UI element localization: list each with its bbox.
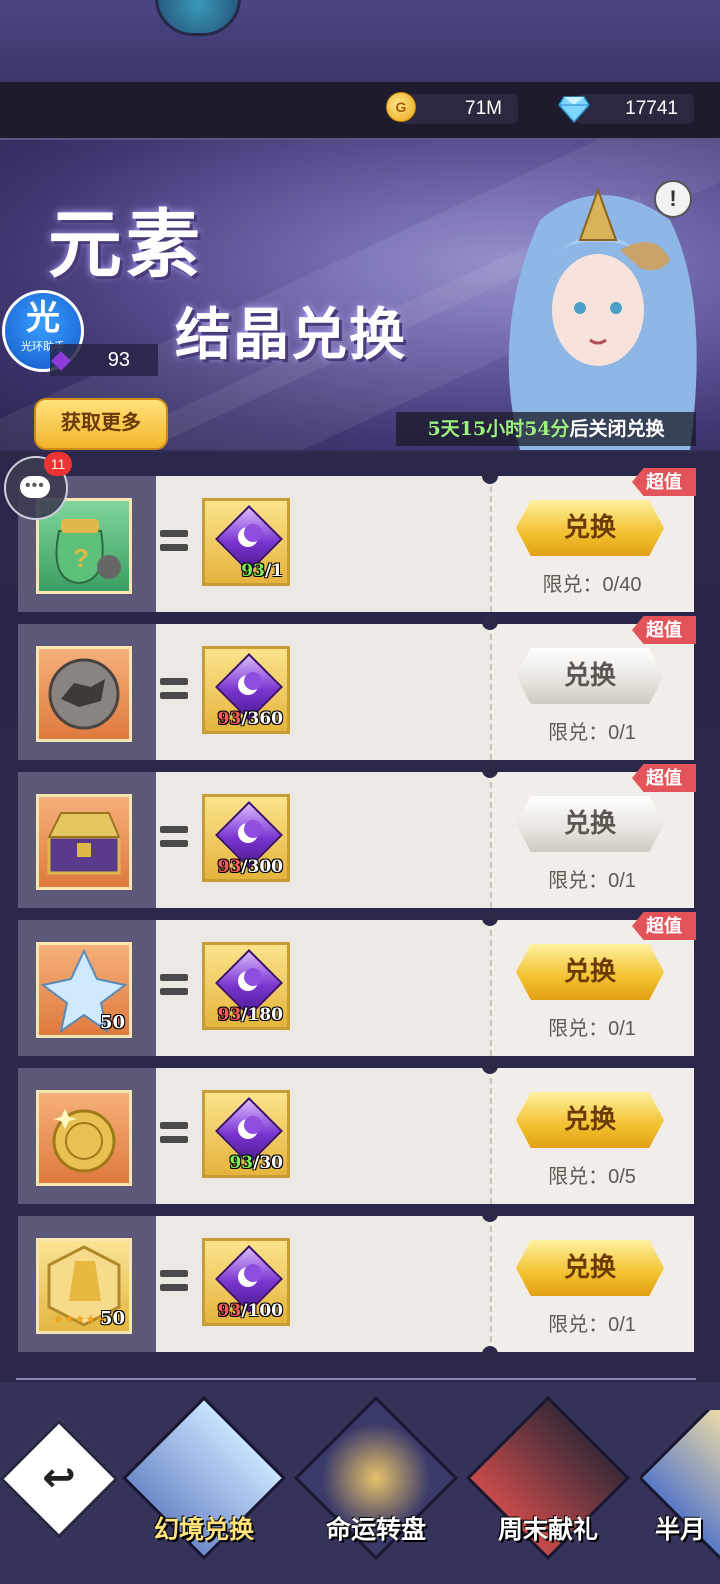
- tab-weekend-gift[interactable]: 周末献礼: [465, 1395, 631, 1570]
- treasure-chest-icon: [47, 812, 121, 875]
- svg-text:?: ?: [73, 543, 89, 573]
- info-button[interactable]: !: [654, 180, 692, 218]
- bottom-divider: [16, 1378, 696, 1380]
- equals-icon: [160, 826, 188, 848]
- crystal-cost: 93/30: [202, 1090, 290, 1178]
- banner-title-sub: 结晶兑换: [175, 302, 407, 368]
- crystal-balance-value: 93: [107, 349, 130, 371]
- ticket-notch: [482, 468, 498, 484]
- tab-label: 命运转盘: [325, 1515, 426, 1544]
- item-quantity: 50: [99, 1012, 125, 1033]
- ticket-notch: [482, 614, 498, 630]
- gold-balance: G 71M: [386, 92, 518, 124]
- crystal-cost: 93/1: [202, 498, 290, 586]
- currency-bar: G 71M 17741: [0, 82, 720, 140]
- exchange-row: 93/30 兑换 限兑：0/5: [18, 1068, 694, 1204]
- exchange-button[interactable]: 兑换: [516, 648, 664, 704]
- exchange-button[interactable]: 兑换: [516, 796, 664, 852]
- ticket-notch: [482, 1206, 498, 1222]
- ticket-notch: [482, 1058, 498, 1074]
- banner-title-main: 元素: [48, 202, 204, 288]
- equals-icon: [160, 678, 188, 700]
- treasure-chest-item[interactable]: [36, 794, 132, 890]
- exchange-limit: 限兑：0/40: [542, 574, 642, 596]
- exchange-limit: 限兑：0/5: [548, 1166, 636, 1188]
- chat-dots-icon: •••: [25, 477, 45, 494]
- exchange-limit: 限兑：0/1: [548, 870, 636, 892]
- gold-medal-item[interactable]: [36, 1090, 132, 1186]
- gold-amount: 71M: [465, 98, 502, 119]
- value-tag: 超值: [632, 468, 696, 496]
- countdown-time: 5天15小时54分: [427, 418, 570, 440]
- character-illustration: [508, 187, 697, 450]
- item-quantity: 50: [99, 1308, 125, 1329]
- gold-medal-icon: [52, 1109, 116, 1173]
- ticket-notch: [482, 1346, 498, 1362]
- countdown-text: 5天15小时54分后关闭兑换: [396, 412, 696, 446]
- ticket-notch: [482, 910, 498, 926]
- exchange-button[interactable]: 兑换: [516, 500, 664, 556]
- exchange-limit: 限兑：0/1: [548, 1018, 636, 1040]
- exchange-button[interactable]: 兑换: [516, 944, 664, 1000]
- equals-icon: [160, 530, 188, 552]
- back-arrow-icon: ↩: [42, 1456, 76, 1500]
- crystal-cost: 93/360: [202, 646, 290, 734]
- equals-icon: [160, 974, 188, 996]
- tab-fortune-wheel[interactable]: 命运转盘: [293, 1395, 459, 1570]
- svg-text:★★★★★: ★★★★★: [53, 1312, 107, 1326]
- tab-label: 幻境兑换: [153, 1515, 254, 1544]
- diamond-balance: 17741: [558, 94, 694, 124]
- chat-unread-badge: 11: [44, 452, 72, 476]
- exchange-limit: 限兑：0/1: [548, 1314, 636, 1336]
- equals-icon: [160, 1270, 188, 1292]
- diamond-amount: 17741: [625, 98, 678, 119]
- wolf-coin-item[interactable]: [36, 646, 132, 742]
- value-tag: 超值: [632, 912, 696, 940]
- helper-icon-text: 光: [26, 299, 60, 337]
- value-tag: 超值: [632, 616, 696, 644]
- exchange-row: 50 93/180 兑换 限兑：0/1 超值: [18, 912, 696, 1056]
- crystal-cost: 93/300: [202, 794, 290, 882]
- chat-button[interactable]: ••• 11: [4, 452, 72, 520]
- tab-dream-exchange[interactable]: 幻境兑换: [121, 1395, 287, 1570]
- crystal-cost: 93/100: [202, 1238, 290, 1326]
- exchange-row: 93/300 兑换 限兑：0/1 超值: [18, 764, 696, 908]
- hero-shard-item[interactable]: ★★★★★ 50: [36, 1238, 132, 1334]
- crystal-star-item[interactable]: 50: [36, 942, 132, 1038]
- value-tag: 超值: [632, 764, 696, 792]
- exchange-row: ? 93/1 兑换 限兑：0/40 超值: [18, 468, 696, 612]
- exchange-row: 93/360 兑换 限兑：0/1 超值: [18, 616, 696, 760]
- exchange-row: ★★★★★ 50 93/100 兑换 限兑：0/1: [18, 1216, 694, 1352]
- exchange-limit: 限兑：0/1: [548, 722, 636, 744]
- crystal-cost: 93/180: [202, 942, 290, 1030]
- tab-half-month[interactable]: 半月: [640, 1410, 720, 1570]
- equals-icon: [160, 1122, 188, 1144]
- countdown-suffix: 后关闭兑换: [569, 418, 665, 440]
- top-decoration: [0, 0, 720, 82]
- ticket-notch: [482, 762, 498, 778]
- get-more-button[interactable]: 获取更多: [34, 398, 168, 450]
- exchange-button[interactable]: 兑换: [516, 1092, 664, 1148]
- wolf-coin-icon: [48, 658, 120, 730]
- exchange-button[interactable]: 兑换: [516, 1240, 664, 1296]
- tab-label: 周末献礼: [497, 1515, 598, 1544]
- tab-label: 半月: [654, 1515, 705, 1544]
- gold-coin-icon: G: [386, 92, 416, 122]
